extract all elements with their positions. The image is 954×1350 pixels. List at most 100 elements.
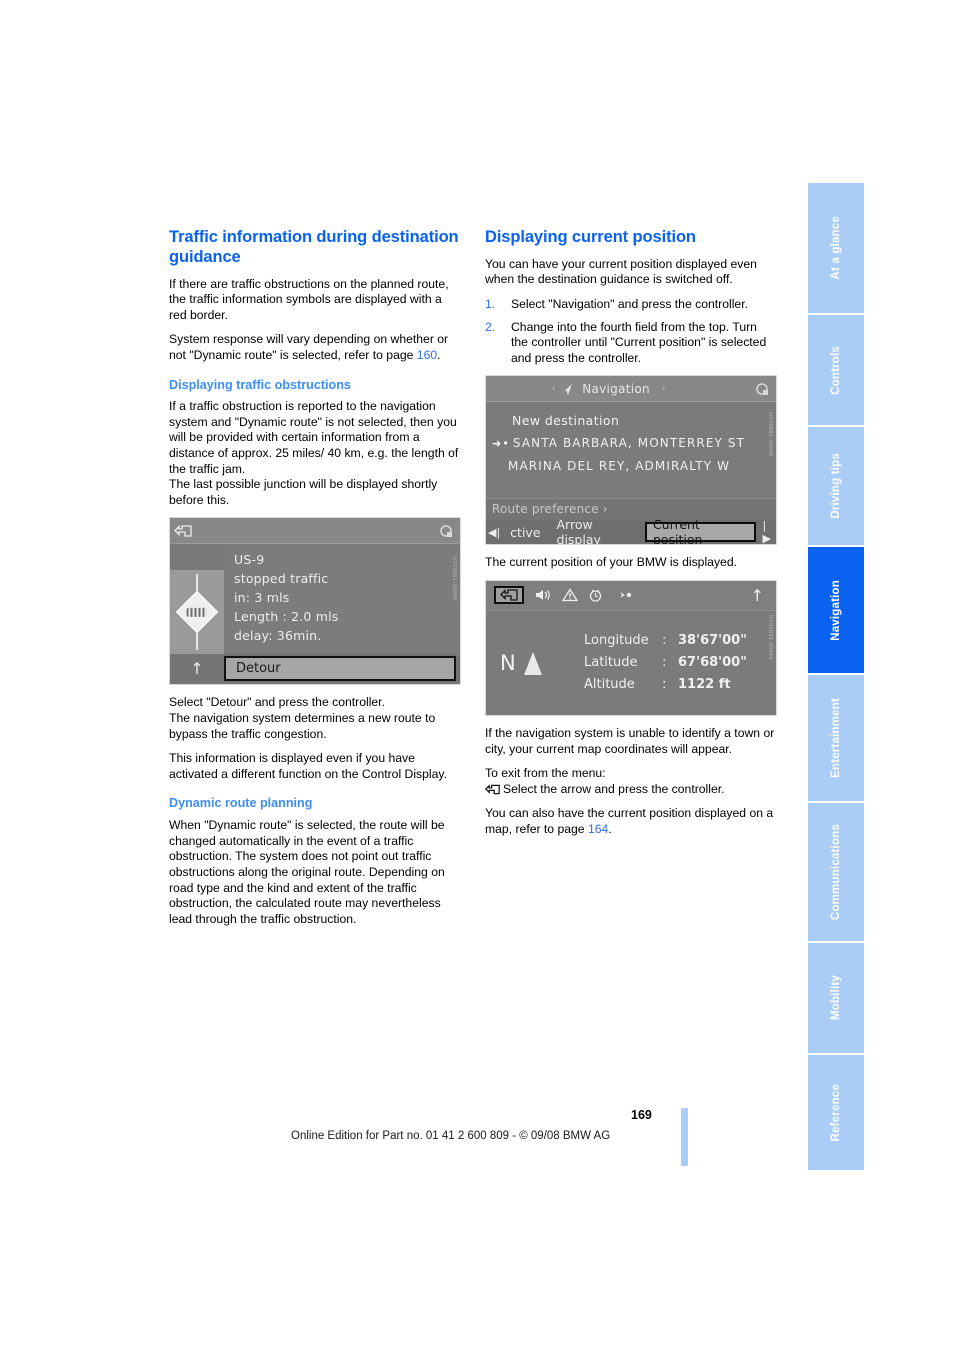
figure-code: NT00891-00046 bbox=[767, 412, 773, 458]
bottom-option-current-position[interactable]: Current position bbox=[644, 517, 757, 544]
back-arrow-icon[interactable] bbox=[494, 586, 524, 605]
tab-label: Communications bbox=[830, 823, 842, 921]
gear-icon[interactable] bbox=[438, 523, 454, 539]
compass-north-label: N bbox=[500, 650, 516, 675]
paragraph-text: Select the arrow and press the controlle… bbox=[503, 781, 725, 796]
footer-copyright: Online Edition for Part no. 01 41 2 600 … bbox=[291, 1130, 611, 1142]
paragraph: If the navigation system is unable to id… bbox=[485, 725, 775, 756]
traffic-condition: stopped traffic bbox=[234, 571, 329, 587]
coordinates-list: Longitude : 38'67'00" Latitude : 67'68'0… bbox=[584, 630, 747, 696]
coordinate-separator: : bbox=[662, 632, 667, 648]
display-body: US-9 stopped traffic in: 3 mls Length : … bbox=[170, 544, 460, 655]
tab-label: Driving tips bbox=[830, 453, 842, 519]
coordinate-separator: : bbox=[662, 654, 667, 670]
display-top-bar: ↑ bbox=[486, 580, 776, 611]
bottom-option-bar: ◀| ctive Arrow display Current position … bbox=[486, 517, 776, 545]
tab-label: Mobility bbox=[830, 975, 842, 1021]
tab-label: At a glance bbox=[830, 216, 842, 280]
footer-accent-bar bbox=[681, 1108, 688, 1166]
page-reference-164[interactable]: 164 bbox=[588, 822, 608, 836]
traffic-length: Length : 2.0 mls bbox=[234, 609, 339, 625]
paragraph: The current position of your BMW is disp… bbox=[485, 555, 737, 570]
compass-indicator: N bbox=[500, 651, 584, 675]
step-text: Change into the fourth field from the to… bbox=[511, 319, 767, 365]
scroll-right-icon[interactable]: |▶ bbox=[760, 519, 776, 544]
right-column: Displaying current position You can have… bbox=[485, 228, 777, 847]
paragraph-text-end: . bbox=[608, 821, 612, 836]
detour-button[interactable]: Detour bbox=[224, 656, 456, 682]
bottom-option-arrow-display[interactable]: Arrow display bbox=[549, 517, 645, 544]
figure-code: NT00891-00046 bbox=[767, 614, 773, 660]
paragraph: Select "Detour" and press the controller… bbox=[169, 695, 385, 710]
tab-reference[interactable]: Reference bbox=[808, 1055, 864, 1170]
coordinate-separator: : bbox=[662, 676, 667, 692]
coordinate-value: 67'68'00" bbox=[678, 654, 748, 670]
step-item: 1. Select "Navigation" and press the con… bbox=[485, 297, 777, 313]
coordinate-label: Altitude bbox=[584, 676, 635, 692]
paragraph: The last possible junction will be displ… bbox=[169, 477, 438, 507]
figure-code: NT00891-00046 bbox=[451, 556, 457, 602]
coordinate-value: 1122 ft bbox=[678, 676, 731, 692]
display-top-bar bbox=[170, 518, 460, 545]
up-arrow-icon: ↑ bbox=[190, 659, 204, 679]
step-number: 1. bbox=[485, 296, 496, 311]
paragraph: To exit from the menu: bbox=[485, 766, 606, 781]
tab-entertainment[interactable]: Entertainment bbox=[808, 675, 864, 801]
traffic-information-display: US-9 stopped traffic in: 3 mls Length : … bbox=[169, 517, 461, 686]
manual-page: At a glance Controls Driving tips Naviga… bbox=[0, 0, 954, 1350]
tab-controls[interactable]: Controls bbox=[808, 315, 864, 425]
current-position-display: ↑ N Longitude : 38'67'00" Latitude : 67'… bbox=[485, 579, 777, 716]
route-marker-icon: ➜• bbox=[492, 437, 510, 451]
menu-item-destination-1[interactable]: ➜• SANTA BARBARA, MONTERREY ST bbox=[486, 432, 776, 455]
left-chevron-icon[interactable]: ‹ bbox=[548, 384, 559, 393]
road-name: US-9 bbox=[234, 552, 265, 568]
menu-item-destination-2[interactable]: MARINA DEL REY, ADMIRALTY W bbox=[486, 455, 776, 477]
navigation-menu-display: ‹ Navigation › New destination ➜• SANTA B… bbox=[485, 375, 777, 546]
coordinate-row-altitude: Altitude : 1122 ft bbox=[584, 674, 747, 696]
paragraph: If a traffic obstruction is reported to … bbox=[169, 399, 459, 476]
back-arrow-icon[interactable] bbox=[174, 524, 192, 537]
coordinate-row-longitude: Longitude : 38'67'00" bbox=[584, 630, 747, 652]
page-number: 169 bbox=[631, 1108, 652, 1122]
tab-communications[interactable]: Communications bbox=[808, 803, 864, 941]
menu-item-list: New destination ➜• SANTA BARBARA, MONTERR… bbox=[486, 402, 776, 499]
left-subheading-dynamic-route: Dynamic route planning bbox=[169, 796, 313, 811]
menu-item-new-destination[interactable]: New destination bbox=[486, 410, 776, 432]
display-title: Navigation bbox=[582, 381, 650, 396]
warning-icon[interactable] bbox=[562, 588, 578, 602]
step-item: 2. Change into the fourth field from the… bbox=[485, 320, 777, 367]
paragraph-text: You can also have the current position d… bbox=[485, 806, 774, 836]
paragraph-with-pageref: System response will vary depending on w… bbox=[169, 332, 461, 363]
left-section-heading: Traffic information during destination g… bbox=[169, 228, 459, 266]
step-number: 2. bbox=[485, 319, 496, 334]
tab-label: Reference bbox=[830, 1083, 842, 1142]
tab-label: Controls bbox=[830, 345, 842, 395]
left-column: Traffic information during destination g… bbox=[169, 228, 461, 936]
scroll-left-icon[interactable]: ◀| bbox=[486, 526, 502, 539]
coordinate-row-latitude: Latitude : 67'68'00" bbox=[584, 652, 747, 674]
display-footer: ↑ Detour bbox=[170, 654, 460, 685]
speaker-icon[interactable] bbox=[534, 588, 552, 602]
display-top-bar: ‹ Navigation › bbox=[486, 376, 776, 403]
bottom-option-active[interactable]: ctive bbox=[502, 525, 548, 540]
traffic-delay: delay: 36min. bbox=[234, 628, 322, 644]
paragraph: If there are traffic obstructions on the… bbox=[169, 276, 449, 322]
route-arrow-icon[interactable] bbox=[613, 590, 633, 600]
traffic-symbol-column bbox=[170, 544, 224, 655]
tab-label: Navigation bbox=[830, 579, 842, 641]
gear-icon[interactable] bbox=[754, 381, 770, 397]
coordinate-value: 38'67'00" bbox=[678, 632, 748, 648]
position-body: N Longitude : 38'67'00" Latitude : 67'68… bbox=[486, 610, 776, 715]
tab-at-a-glance[interactable]: At a glance bbox=[808, 183, 864, 313]
step-text: Select "Navigation" and press the contro… bbox=[511, 296, 748, 311]
paragraph: You can have your current position displ… bbox=[485, 256, 757, 287]
tab-navigation[interactable]: Navigation bbox=[808, 547, 864, 673]
traffic-detail-text: US-9 stopped traffic in: 3 mls Length : … bbox=[224, 544, 460, 655]
tab-mobility[interactable]: Mobility bbox=[808, 943, 864, 1053]
page-reference-160[interactable]: 160 bbox=[417, 348, 437, 362]
numbered-steps: 1. Select "Navigation" and press the con… bbox=[485, 297, 777, 366]
right-chevron-icon[interactable]: › bbox=[658, 384, 669, 393]
paragraph-exit-instruction: Select the arrow and press the controlle… bbox=[485, 782, 777, 798]
tab-driving-tips[interactable]: Driving tips bbox=[808, 427, 864, 545]
clock-icon[interactable] bbox=[588, 588, 603, 603]
